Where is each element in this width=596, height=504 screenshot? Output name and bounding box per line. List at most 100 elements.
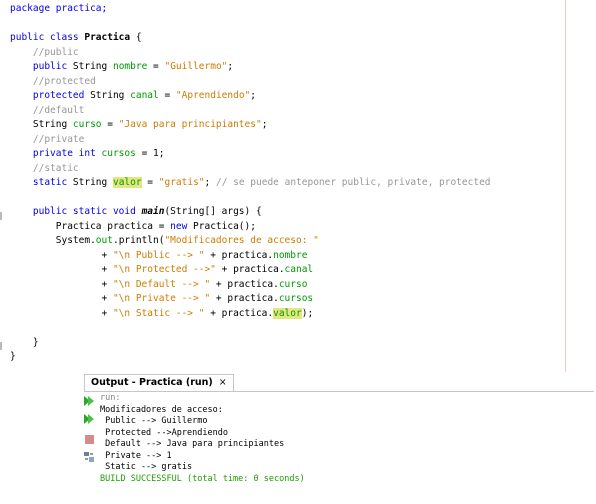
code-line[interactable]: } bbox=[10, 336, 491, 351]
stop-icon[interactable] bbox=[82, 432, 96, 446]
code-token: + practica. bbox=[215, 264, 285, 275]
fold-marker[interactable] bbox=[0, 342, 2, 350]
code-token: String bbox=[90, 90, 131, 101]
code-line[interactable]: String curso = "Java para principiantes"… bbox=[10, 118, 491, 133]
code-line[interactable]: + "\n Public --> " + practica.nombre bbox=[10, 249, 491, 264]
code-token: Practica bbox=[84, 32, 131, 43]
code-token: String bbox=[10, 119, 73, 130]
code-token: main bbox=[141, 206, 165, 217]
code-token: //static bbox=[10, 162, 79, 174]
code-token: "\n Public --> " bbox=[112, 249, 205, 261]
code-token: //public bbox=[10, 46, 79, 58]
output-line: Public --> Guillermo bbox=[100, 416, 208, 426]
code-token: nombre bbox=[273, 249, 308, 261]
code-line[interactable]: //public bbox=[10, 46, 491, 61]
output-line: Static --> gratis bbox=[100, 462, 193, 472]
code-token: private int bbox=[10, 148, 102, 159]
code-token: protected bbox=[10, 90, 91, 101]
code-token: //protected bbox=[10, 75, 96, 87]
code-token: //private bbox=[10, 133, 85, 145]
code-line[interactable]: //static bbox=[10, 162, 491, 177]
code-token: "\n Protected -->" bbox=[112, 264, 216, 275]
code-token: .println( bbox=[112, 235, 165, 246]
code-line[interactable] bbox=[10, 321, 491, 336]
code-line[interactable]: + "\n Static --> " + practica.valor); bbox=[10, 307, 491, 322]
code-line[interactable]: + "\n Protected -->" + practica.canal bbox=[10, 263, 491, 278]
code-token: } bbox=[10, 336, 39, 348]
code-token: canal bbox=[130, 90, 159, 101]
code-token: new bbox=[170, 220, 194, 232]
code-line[interactable]: protected String canal = "Aprendiendo"; bbox=[10, 89, 491, 104]
source-code[interactable]: package practica; public class Practica … bbox=[10, 2, 491, 365]
output-line: Default --> Java para principiantes bbox=[100, 439, 285, 449]
code-token: ; bbox=[227, 61, 234, 72]
right-margin-line bbox=[565, 0, 566, 372]
code-token: Practica(); bbox=[193, 220, 256, 232]
code-line[interactable]: + "\n Default --> " + practica.curso bbox=[10, 278, 491, 293]
code-line[interactable] bbox=[10, 191, 491, 206]
code-token: = bbox=[101, 119, 119, 130]
code-token: package practica; bbox=[10, 3, 108, 14]
code-token: "\n Private --> " bbox=[112, 293, 211, 304]
code-token: + practica. bbox=[210, 293, 279, 304]
code-token: System. bbox=[10, 235, 96, 246]
output-tab[interactable]: Output - Practica (run) × bbox=[84, 374, 234, 391]
code-token: + bbox=[10, 249, 113, 261]
code-token: ; bbox=[204, 177, 216, 188]
output-line: Modificadores de acceso: bbox=[100, 404, 223, 415]
rerun-icon[interactable] bbox=[82, 394, 96, 408]
code-token: (String[] args) { bbox=[164, 206, 262, 217]
code-token: nombre bbox=[112, 61, 148, 72]
close-icon[interactable]: × bbox=[219, 377, 227, 388]
code-token: valor bbox=[273, 307, 302, 319]
code-line[interactable]: //private bbox=[10, 133, 491, 148]
code-token: { bbox=[130, 32, 142, 43]
code-line[interactable]: public String nombre = "Guillermo"; bbox=[10, 60, 491, 75]
code-token: } bbox=[10, 351, 16, 362]
output-divider bbox=[84, 391, 594, 392]
output-panel: Output - Practica (run) × run: Modificador… bbox=[76, 372, 596, 504]
code-line[interactable]: static String valor = "gratis"; // se pu… bbox=[10, 176, 491, 191]
code-token: = bbox=[147, 61, 165, 72]
code-token: out bbox=[95, 235, 113, 246]
code-token: + bbox=[10, 307, 113, 319]
code-token: + bbox=[10, 278, 113, 290]
rerun-with-params-icon[interactable] bbox=[82, 412, 96, 426]
code-token: static bbox=[10, 177, 73, 188]
output-line: run: bbox=[100, 393, 121, 403]
output-line: Protected -->Aprendiendo bbox=[100, 427, 228, 438]
code-token: "Aprendiendo" bbox=[175, 90, 251, 101]
code-line[interactable]: private int cursos = 1; bbox=[10, 147, 491, 162]
code-token: ; bbox=[250, 90, 256, 101]
fold-marker[interactable] bbox=[0, 212, 2, 220]
code-line[interactable]: //protected bbox=[10, 75, 491, 90]
code-line[interactable]: System.out.println("Modificadores de acc… bbox=[10, 234, 491, 249]
code-line[interactable]: public class Practica { bbox=[10, 31, 491, 46]
code-line[interactable]: public static void main(String[] args) { bbox=[10, 205, 491, 220]
code-token: cursos bbox=[101, 148, 136, 159]
code-token: //default bbox=[10, 104, 85, 116]
code-line[interactable]: } bbox=[10, 350, 491, 365]
code-token: ; bbox=[158, 148, 165, 159]
code-line[interactable]: package practica; bbox=[10, 2, 491, 17]
code-token: public class bbox=[10, 32, 85, 43]
code-token: "Java para principiantes" bbox=[118, 119, 262, 130]
code-token: String bbox=[72, 177, 113, 188]
code-token: valor bbox=[112, 177, 142, 188]
code-line[interactable]: Practica practica = new Practica(); bbox=[10, 220, 491, 235]
code-token: = bbox=[141, 177, 159, 188]
output-line: Private --> 1 bbox=[100, 450, 172, 461]
code-line[interactable]: + "\n Private --> " + practica.cursos bbox=[10, 292, 491, 307]
code-token: = bbox=[135, 148, 154, 159]
code-token: curso bbox=[72, 119, 102, 130]
settings-icon[interactable] bbox=[82, 450, 96, 464]
code-line[interactable]: //default bbox=[10, 104, 491, 119]
code-token: // se puede anteponer public, private, p… bbox=[215, 177, 491, 188]
code-token: "Modificadores de acceso: " bbox=[164, 235, 319, 246]
output-tab-title: Output - Practica (run) bbox=[91, 377, 213, 388]
code-token: + practica. bbox=[204, 307, 274, 319]
code-editor[interactable]: package practica; public class Practica … bbox=[0, 0, 596, 372]
code-token: + practica. bbox=[204, 249, 274, 261]
code-line[interactable] bbox=[10, 17, 491, 32]
code-token: public bbox=[10, 61, 73, 72]
